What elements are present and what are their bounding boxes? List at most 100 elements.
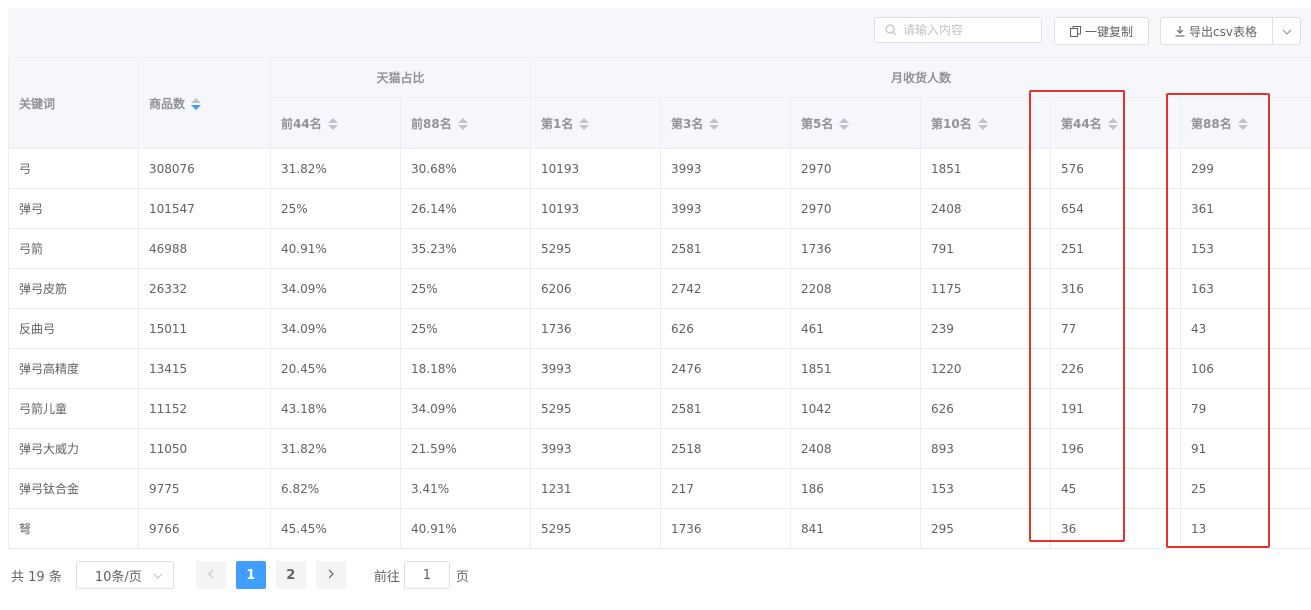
jump-label: 前往 [373,569,400,585]
cell: 34.09% [399,388,532,429]
cell: 3.41% [399,468,532,509]
cell: 2581 [660,228,792,269]
cell: 15011 [138,308,271,349]
page-button-1[interactable]: 1 [235,561,266,589]
pagination: 共 19 条 10条/页 1 2 前往 页 [11,561,469,589]
sort-icon[interactable] [579,118,590,130]
copy-icon [1069,25,1081,37]
cell: 2476 [660,348,792,389]
cell: 31.82% [270,428,401,469]
header-product-count[interactable]: 商品数 [138,57,271,149]
cell: 2970 [790,148,922,189]
sort-icon[interactable] [709,118,720,130]
cell: 11152 [138,388,271,429]
highlight-box-rank44 [1029,90,1125,542]
cell: 25% [270,188,401,229]
jump-page-input[interactable] [403,561,450,589]
highlight-box-rank88 [1166,93,1270,548]
cell: 25% [399,268,532,309]
cell: 10193 [530,148,662,189]
cell: 2408 [790,428,922,469]
cell: 26332 [138,268,271,309]
export-csv-label: 导出csv表格 [1189,24,1257,39]
sort-icon[interactable] [457,118,468,130]
cell: 18.18% [399,348,532,389]
cell: 34.09% [270,268,401,309]
cell: 1736 [530,308,662,349]
cell: 30.68% [399,148,532,189]
cell: 3993 [660,148,792,189]
cell-keyword: 弓箭 [8,228,139,269]
cell: 40.91% [399,508,532,549]
cell-keyword: 弩 [8,508,139,549]
export-csv-button-group[interactable]: 导出csv表格 [1160,17,1301,45]
pagination-total: 共 19 条 [11,569,62,585]
cell: 841 [790,508,922,549]
page-button-2[interactable]: 2 [275,561,306,589]
sort-icon[interactable] [977,118,988,130]
cell-keyword: 反曲弓 [8,308,139,349]
search-input-wrapper[interactable] [874,17,1042,43]
cell: 45.45% [270,508,401,549]
header-top44[interactable]: 前44名 [270,97,401,149]
header-keyword: 关键词 [8,57,139,149]
search-input[interactable] [903,23,1033,37]
cell: 461 [790,308,922,349]
cell: 2518 [660,428,792,469]
header-rank1[interactable]: 第1名 [530,97,662,149]
copy-button[interactable]: 一键复制 [1054,17,1149,45]
cell: 9775 [138,468,271,509]
cell: 31.82% [270,148,401,189]
cell: 21.59% [399,428,532,469]
chevron-right-icon [328,568,334,583]
cell: 35.23% [399,228,532,269]
chevron-down-icon [1282,24,1292,38]
cell: 6206 [530,268,662,309]
header-rank3[interactable]: 第3名 [660,97,792,149]
cell: 3993 [660,188,792,229]
next-page-button[interactable] [315,561,346,589]
export-csv-button[interactable]: 导出csv表格 [1161,18,1272,44]
cell: 186 [790,468,922,509]
header-group-tmall: 天猫占比 [269,57,532,98]
cell: 2208 [790,268,922,309]
cell: 1231 [530,468,662,509]
cell: 40.91% [270,228,401,269]
cell-keyword: 弓箭儿童 [8,388,139,429]
cell: 34.09% [270,308,401,349]
page-size-select[interactable]: 10条/页 [75,561,174,589]
cell: 1042 [790,388,922,429]
cell: 43.18% [270,388,401,429]
download-icon [1175,25,1185,37]
cell: 20.45% [270,348,401,389]
header-rank5[interactable]: 第5名 [790,97,922,149]
sort-desc-icon[interactable] [191,98,202,110]
header-group-monthly-buyers: 月收货人数 [530,57,1311,98]
cell: 3993 [530,428,662,469]
cell: 217 [660,468,792,509]
cell: 6.82% [270,468,401,509]
cell: 13415 [138,348,271,389]
cell: 10193 [530,188,662,229]
cell: 5295 [530,508,662,549]
prev-page-button[interactable] [195,561,226,589]
header-top88[interactable]: 前88名 [399,97,532,149]
cell: 26.14% [399,188,532,229]
sort-icon[interactable] [327,118,338,130]
sort-icon[interactable] [839,118,850,130]
export-dropdown-toggle[interactable] [1272,18,1300,44]
cell: 1851 [790,348,922,389]
jump-suffix: 页 [455,569,469,585]
cell-keyword: 弹弓高精度 [8,348,139,389]
cell-keyword: 弹弓皮筋 [8,268,139,309]
cell: 626 [660,308,792,349]
cell: 5295 [530,228,662,269]
cell: 2581 [660,388,792,429]
cell: 2970 [790,188,922,229]
cell: 9766 [138,508,271,549]
cell: 308076 [138,148,271,189]
cell: 3993 [530,348,662,389]
cell-keyword: 弹弓钛合金 [8,468,139,509]
chevron-left-icon [207,568,214,583]
cell: 46988 [138,228,271,269]
